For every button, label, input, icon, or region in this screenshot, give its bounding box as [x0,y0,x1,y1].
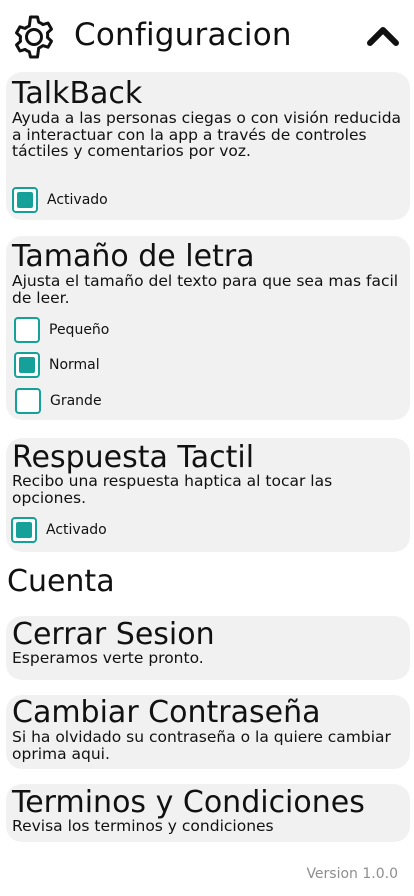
talkback-description: Ayuda a las personas ciegas o con visión… [12,109,402,160]
font-size-large-checkbox[interactable] [15,388,41,414]
logout-title: Cerrar Sesion [12,617,215,652]
font-size-option-large[interactable]: Grande [15,387,102,415]
font-size-normal-label: Normal [49,357,100,373]
change-password-description: Si ha olvidado su contraseña o la quiere… [12,728,391,763]
terms-title: Terminos y Condiciones [12,785,365,820]
font-size-option-normal[interactable]: Normal [14,351,100,379]
haptic-toggle[interactable]: Activado [11,516,107,544]
header: Configuracion [0,0,414,72]
talkback-card: TalkBack Ayuda a las personas ciegas o c… [6,72,410,220]
checkbox-check [16,522,32,538]
change-password-title: Cambiar Contraseña [12,695,321,730]
gear-icon [15,15,53,59]
checkbox-check [17,192,33,208]
terms-card[interactable]: Terminos y Condiciones Revisa los termin… [6,784,410,842]
haptic-title: Respuesta Tactil [12,440,255,475]
font-size-normal-checkbox[interactable] [14,352,40,378]
page-title: Configuracion [74,17,292,53]
font-size-large-label: Grande [50,393,102,409]
chevron-up-icon[interactable] [366,24,400,48]
font-size-card: Tamaño de letra Ajusta el tamaño del tex… [6,236,410,420]
talkback-title: TalkBack [12,76,143,111]
terms-description: Revisa los terminos y condiciones [12,817,274,835]
account-section-title: Cuenta [7,564,115,599]
logout-description: Esperamos verte pronto. [12,649,204,667]
font-size-small-label: Pequeño [49,322,110,338]
haptic-toggle-label: Activado [46,522,107,538]
change-password-card[interactable]: Cambiar Contraseña Si ha olvidado su con… [6,695,410,769]
talkback-toggle[interactable]: Activado [12,186,108,214]
haptic-checkbox[interactable] [11,517,37,543]
talkback-checkbox[interactable] [12,187,38,213]
haptic-description: Recibo una respuesta haptica al tocar la… [12,472,333,507]
checkbox-check [19,357,35,373]
font-size-option-small[interactable]: Pequeño [14,316,109,344]
talkback-toggle-label: Activado [47,192,108,208]
logout-card[interactable]: Cerrar Sesion Esperamos verte pronto. [6,616,410,680]
font-size-small-checkbox[interactable] [14,317,40,343]
font-size-description: Ajusta el tamaño del texto para que sea … [12,272,399,307]
haptic-card: Respuesta Tactil Recibo una respuesta ha… [6,438,410,552]
app-version: Version 1.0.0 [306,866,398,882]
font-size-title: Tamaño de letra [12,239,255,274]
